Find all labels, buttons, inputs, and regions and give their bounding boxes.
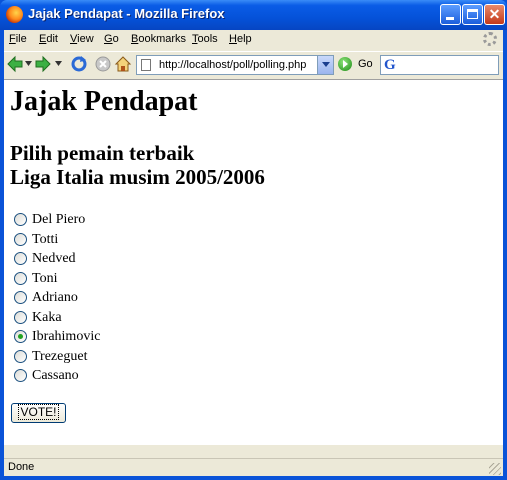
navigation-toolbar: http://localhost/poll/polling.php Go G bbox=[4, 51, 503, 80]
back-arrow-icon[interactable] bbox=[6, 55, 24, 73]
menu-file[interactable]: File bbox=[9, 33, 27, 45]
radio-button-selected[interactable] bbox=[14, 330, 27, 343]
firefox-icon bbox=[6, 6, 23, 23]
search-input[interactable]: G bbox=[380, 55, 499, 75]
menu-tools[interactable]: Tools bbox=[192, 33, 218, 45]
menu-bar: File Edit View Go Bookmarks Tools Help bbox=[4, 30, 503, 50]
url-bar[interactable]: http://localhost/poll/polling.php bbox=[136, 55, 334, 75]
browser-client: File Edit View Go Bookmarks Tools Help h… bbox=[4, 30, 503, 477]
forward-dropdown-icon[interactable] bbox=[55, 61, 62, 67]
radio-button[interactable] bbox=[14, 213, 27, 226]
reload-icon[interactable] bbox=[70, 55, 88, 73]
maximize-icon bbox=[467, 9, 478, 19]
menu-view[interactable]: View bbox=[70, 33, 94, 45]
radio-button[interactable] bbox=[14, 291, 27, 304]
radio-button[interactable] bbox=[14, 252, 27, 265]
radio-button[interactable] bbox=[14, 350, 27, 363]
menu-help[interactable]: Help bbox=[229, 33, 252, 45]
poll-question-line-1: Pilih pemain terbaik bbox=[10, 141, 195, 165]
minimize-button[interactable] bbox=[440, 4, 461, 25]
throbber-icon bbox=[483, 32, 497, 46]
radio-button[interactable] bbox=[14, 233, 27, 246]
window-frame-bottom bbox=[0, 476, 507, 480]
chevron-down-icon bbox=[322, 62, 330, 67]
close-button[interactable]: ✕ bbox=[484, 4, 505, 25]
minimize-icon bbox=[446, 17, 454, 20]
stop-icon[interactable] bbox=[94, 55, 112, 73]
radio-button[interactable] bbox=[14, 369, 27, 382]
url-text: http://localhost/poll/polling.php bbox=[159, 59, 307, 71]
poll-question-line-2: Liga Italia musim 2005/2006 bbox=[10, 165, 265, 189]
resize-grip-icon[interactable] bbox=[489, 463, 501, 475]
menu-go[interactable]: Go bbox=[104, 33, 119, 45]
go-label: Go bbox=[358, 58, 373, 70]
page-icon bbox=[141, 59, 151, 71]
menu-edit[interactable]: Edit bbox=[39, 33, 58, 45]
back-dropdown-icon[interactable] bbox=[25, 61, 32, 67]
close-icon: ✕ bbox=[488, 6, 501, 22]
menu-bookmarks[interactable]: Bookmarks bbox=[131, 33, 186, 45]
page-heading: Jajak Pendapat bbox=[10, 86, 198, 117]
window-title: Jajak Pendapat - Mozilla Firefox bbox=[28, 6, 225, 21]
vote-label: VOTE! bbox=[18, 404, 59, 420]
radio-button[interactable] bbox=[14, 272, 27, 285]
maximize-button[interactable] bbox=[462, 4, 483, 25]
home-icon[interactable] bbox=[114, 55, 132, 73]
title-bar[interactable]: Jajak Pendapat - Mozilla Firefox ✕ bbox=[0, 0, 507, 30]
go-icon bbox=[338, 57, 352, 71]
poll-question: Pilih pemain terbaik Liga Italia musim 2… bbox=[10, 141, 265, 189]
status-text: Done bbox=[8, 461, 35, 473]
forward-arrow-icon[interactable] bbox=[34, 55, 52, 73]
page-content: Jajak Pendapat Pilih pemain terbaik Liga… bbox=[4, 79, 503, 445]
browser-window: Jajak Pendapat - Mozilla Firefox ✕ File … bbox=[0, 0, 507, 480]
url-dropdown-button[interactable] bbox=[317, 56, 333, 74]
radio-button[interactable] bbox=[14, 311, 27, 324]
vote-button[interactable]: VOTE! bbox=[11, 403, 66, 423]
google-icon[interactable]: G bbox=[384, 57, 398, 73]
status-bar: Done bbox=[4, 458, 503, 477]
